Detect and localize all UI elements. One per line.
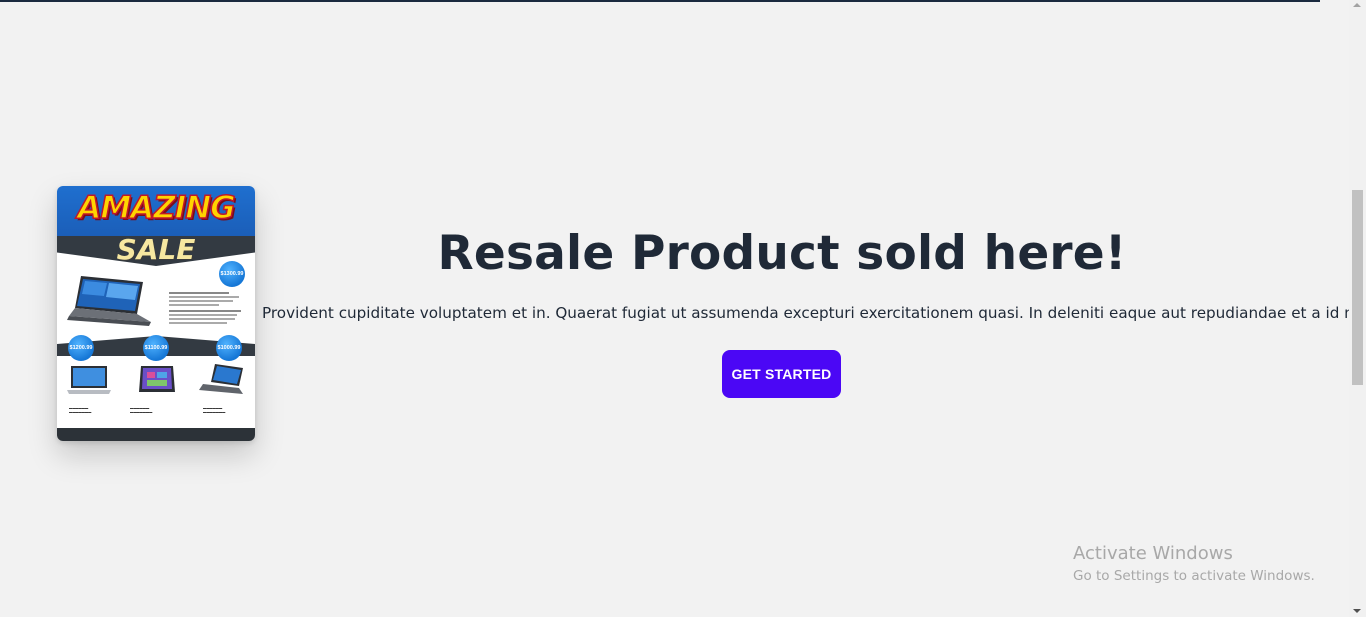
flyer-product-caption: ▬▬▬▬▬▬ ▬▬▬▬▬▬▬ — [69, 406, 92, 414]
laptop-illustration — [199, 364, 243, 394]
scroll-up-arrow-icon[interactable] — [1353, 3, 1361, 7]
laptop-illustration — [67, 276, 151, 326]
sale-flyer-image: AMAZING SALE $1300.99 $1200.99 $1100.99 … — [57, 186, 255, 441]
activate-windows-watermark: Activate Windows Go to Settings to activ… — [1073, 543, 1315, 586]
flyer-price-badge: $1000.99 — [216, 335, 242, 361]
flyer-price-badge: $1100.99 — [143, 335, 169, 361]
flyer-product-caption: ▬▬▬▬▬▬ ▬▬▬▬▬▬▬ — [130, 406, 153, 414]
hero-title: Resale Product sold here! — [437, 226, 1127, 281]
watermark-title: Activate Windows — [1073, 543, 1233, 564]
flyer-spec-line — [169, 292, 229, 294]
flyer-spec-line — [169, 300, 233, 302]
flyer-headline: AMAZING — [77, 189, 237, 227]
vertical-scrollbar[interactable] — [1349, 0, 1366, 617]
flyer-spec-line — [169, 304, 219, 306]
flyer-spec-line — [169, 318, 235, 320]
hero-section: AMAZING SALE $1300.99 $1200.99 $1100.99 … — [0, 0, 1366, 617]
get-started-button[interactable]: GET STARTED — [722, 350, 841, 398]
scrollbar-thumb[interactable] — [1352, 190, 1363, 385]
scroll-down-arrow-icon[interactable] — [1353, 609, 1361, 613]
hero-description: Provident cupiditate voluptatem et in. Q… — [262, 304, 1366, 322]
flyer-subheadline: SALE — [116, 233, 196, 266]
flyer-spec-line — [169, 322, 227, 324]
flyer-footer — [57, 428, 255, 441]
flyer-product-caption: ▬▬▬▬▬▬ ▬▬▬▬▬▬▬ — [203, 406, 226, 414]
flyer-spec-line — [169, 314, 237, 316]
watermark-subtitle: Go to Settings to activate Windows. — [1073, 568, 1315, 584]
flyer-spec-line — [169, 296, 239, 298]
tablet-illustration — [139, 366, 175, 392]
laptop-illustration — [67, 366, 111, 394]
flyer-price-badge: $1300.99 — [219, 261, 245, 287]
flyer-price-badge: $1200.99 — [68, 335, 94, 361]
flyer-spec-line — [169, 310, 241, 312]
